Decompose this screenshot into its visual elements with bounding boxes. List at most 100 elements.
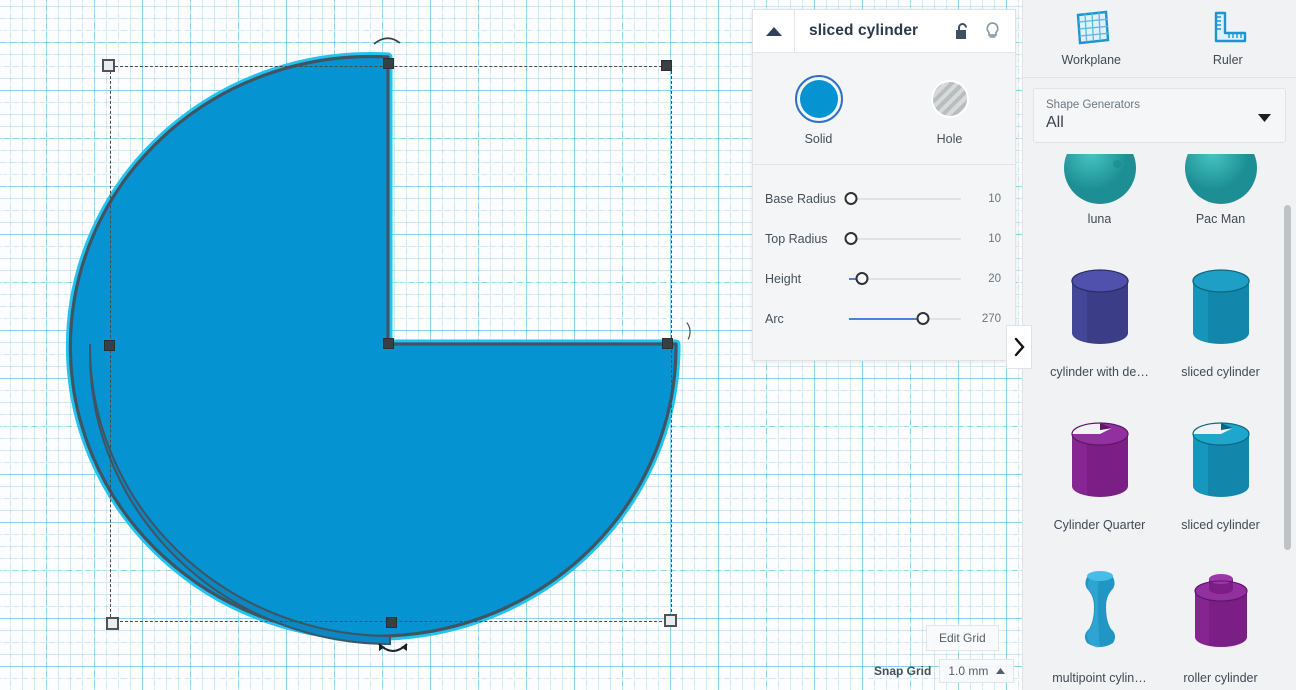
rotate-handle-right[interactable] <box>675 320 709 342</box>
hole-color-swatch <box>930 80 969 118</box>
scale-handle-bottom-left[interactable] <box>106 617 119 630</box>
slider-knob[interactable] <box>855 272 869 285</box>
luna-thumbnail <box>1062 154 1138 204</box>
parameter-row-arc: Arc 270 <box>753 299 1015 339</box>
lightbulb-icon <box>985 22 999 38</box>
shape-name: cylinder with de… <box>1050 365 1149 379</box>
scale-handle-right-center[interactable] <box>662 338 673 349</box>
base-radius-slider[interactable] <box>844 192 961 206</box>
chevron-right-icon <box>1014 337 1025 357</box>
multipoint-cylinder-thumbnail <box>1057 558 1143 663</box>
arc-slider[interactable] <box>849 312 961 326</box>
shape-name: sliced cylinder <box>1181 518 1260 532</box>
shape-gallery-grid: luna Pac Man cylinder with de… sliced cy… <box>1023 154 1296 690</box>
top-radius-value[interactable]: 10 <box>967 233 1001 245</box>
ruler-tool[interactable]: Ruler <box>1160 0 1296 77</box>
pacman-thumbnail <box>1183 154 1259 204</box>
expand-panel-tab[interactable] <box>1006 325 1032 369</box>
shape-gallery-item[interactable]: Pac Man <box>1160 154 1281 234</box>
shape-inspector-panel: sliced cylinder Solid Hole Base Radius 1… <box>752 9 1016 361</box>
caret-up-icon <box>996 668 1006 674</box>
sliced-cylinder-thumbnail-b <box>1178 405 1264 510</box>
rotate-handle-bottom[interactable] <box>374 638 412 660</box>
slider-knob[interactable] <box>844 192 858 205</box>
shape-name: roller cylinder <box>1183 671 1258 685</box>
shape-name: multipoint cylin… <box>1052 671 1147 685</box>
slider-fill <box>849 318 923 320</box>
scale-handle-top-left[interactable] <box>102 59 115 72</box>
shape-gallery-item[interactable]: Cylinder Quarter <box>1039 387 1160 540</box>
parameter-row-height: Height 20 <box>753 259 1015 299</box>
shape-generators-value: All <box>1046 114 1064 131</box>
slider-track <box>849 238 961 240</box>
solid-color-swatch <box>799 80 838 118</box>
slider-knob[interactable] <box>844 232 858 245</box>
parameter-row-top-radius: Top Radius 10 <box>753 219 1015 259</box>
shape-name: sliced cylinder <box>1181 365 1260 379</box>
solid-mode-option[interactable]: Solid <box>764 75 874 146</box>
height-label: Height <box>765 272 802 286</box>
edit-grid-button[interactable]: Edit Grid <box>926 625 999 651</box>
lock-toggle-button[interactable] <box>947 22 977 41</box>
workplane-tool[interactable]: Workplane <box>1023 0 1160 77</box>
height-slider[interactable] <box>849 272 961 286</box>
right-sidebar: Workplane Ruler Shape Generators All lun… <box>1022 0 1296 690</box>
hole-swatch-ring <box>926 75 974 123</box>
roller-cylinder-thumbnail <box>1178 558 1264 663</box>
inspector-header: sliced cylinder <box>753 10 1015 53</box>
rotate-handle-top[interactable] <box>370 30 404 52</box>
gallery-scrollbar[interactable] <box>1284 205 1291 550</box>
parameter-list: Base Radius 10 Top Radius 10 Height 20 A… <box>753 165 1015 339</box>
scale-handle-top-center[interactable] <box>383 58 394 69</box>
sliced-cylinder-thumbnail-a <box>1178 252 1264 357</box>
top-radius-slider[interactable] <box>844 232 961 246</box>
cylinder-quarter-thumbnail <box>1057 405 1143 510</box>
shape-gallery-item[interactable]: sliced cylinder <box>1160 387 1281 540</box>
top-radius-label: Top Radius <box>765 232 828 246</box>
shape-generators-dropdown[interactable]: Shape Generators All <box>1033 88 1286 143</box>
tool-row: Workplane Ruler <box>1023 0 1296 78</box>
shape-gallery-item[interactable]: sliced cylinder <box>1160 234 1281 387</box>
scale-handle-left-center[interactable] <box>104 340 115 351</box>
base-radius-label: Base Radius <box>765 192 836 206</box>
arc-label: Arc <box>765 312 784 326</box>
solid-hole-selector: Solid Hole <box>753 53 1015 154</box>
shape-name: Pac Man <box>1195 212 1246 226</box>
hole-mode-label: Hole <box>936 132 963 146</box>
shape-name: Cylinder Quarter <box>1053 518 1146 532</box>
shape-gallery-item[interactable]: luna <box>1039 154 1160 234</box>
shape-gallery-item[interactable]: cylinder with de… <box>1039 234 1160 387</box>
tinkercad-editor: sliced cylinder Solid Hole Base Radius 1… <box>0 0 1296 690</box>
scale-handle-center[interactable] <box>383 338 394 349</box>
slider-track <box>849 198 961 200</box>
snap-grid-select[interactable]: 1.0 mm <box>939 659 1015 683</box>
cylinder-with-details-thumbnail <box>1057 252 1143 357</box>
scale-handle-top-right[interactable] <box>661 60 672 71</box>
slider-knob[interactable] <box>916 312 930 325</box>
shape-gallery-item[interactable]: multipoint cylin… <box>1039 540 1160 690</box>
shape-gallery[interactable]: luna Pac Man cylinder with de… sliced cy… <box>1023 154 1296 690</box>
scale-handle-bottom-center[interactable] <box>386 617 397 628</box>
shape-name: luna <box>1087 212 1112 226</box>
collapse-panel-button[interactable] <box>753 10 795 52</box>
hole-mode-option[interactable]: Hole <box>895 75 1005 146</box>
shape-title: sliced cylinder <box>809 22 919 39</box>
shape-generators-caption: Shape Generators <box>1046 99 1140 111</box>
workplane-icon <box>1076 10 1110 45</box>
solid-swatch-ring <box>794 75 843 123</box>
ruler-icon <box>1214 11 1246 43</box>
snap-grid-control: Snap Grid 1.0 mm <box>874 659 1015 683</box>
shape-gallery-item[interactable]: roller cylinder <box>1160 540 1281 690</box>
highlight-toggle-button[interactable] <box>977 21 1007 41</box>
snap-grid-label: Snap Grid <box>874 664 932 678</box>
unlocked-padlock-icon <box>955 22 967 39</box>
snap-grid-value: 1.0 mm <box>948 664 989 678</box>
ruler-tool-label: Ruler <box>1212 53 1243 67</box>
triangle-up-icon <box>765 27 782 36</box>
scale-handle-bottom-right[interactable] <box>664 614 677 627</box>
arc-value[interactable]: 270 <box>967 313 1001 325</box>
base-radius-value[interactable]: 10 <box>967 193 1001 205</box>
height-value[interactable]: 20 <box>967 273 1001 285</box>
solid-mode-label: Solid <box>804 132 833 146</box>
workplane-tool-label: Workplane <box>1061 53 1122 67</box>
